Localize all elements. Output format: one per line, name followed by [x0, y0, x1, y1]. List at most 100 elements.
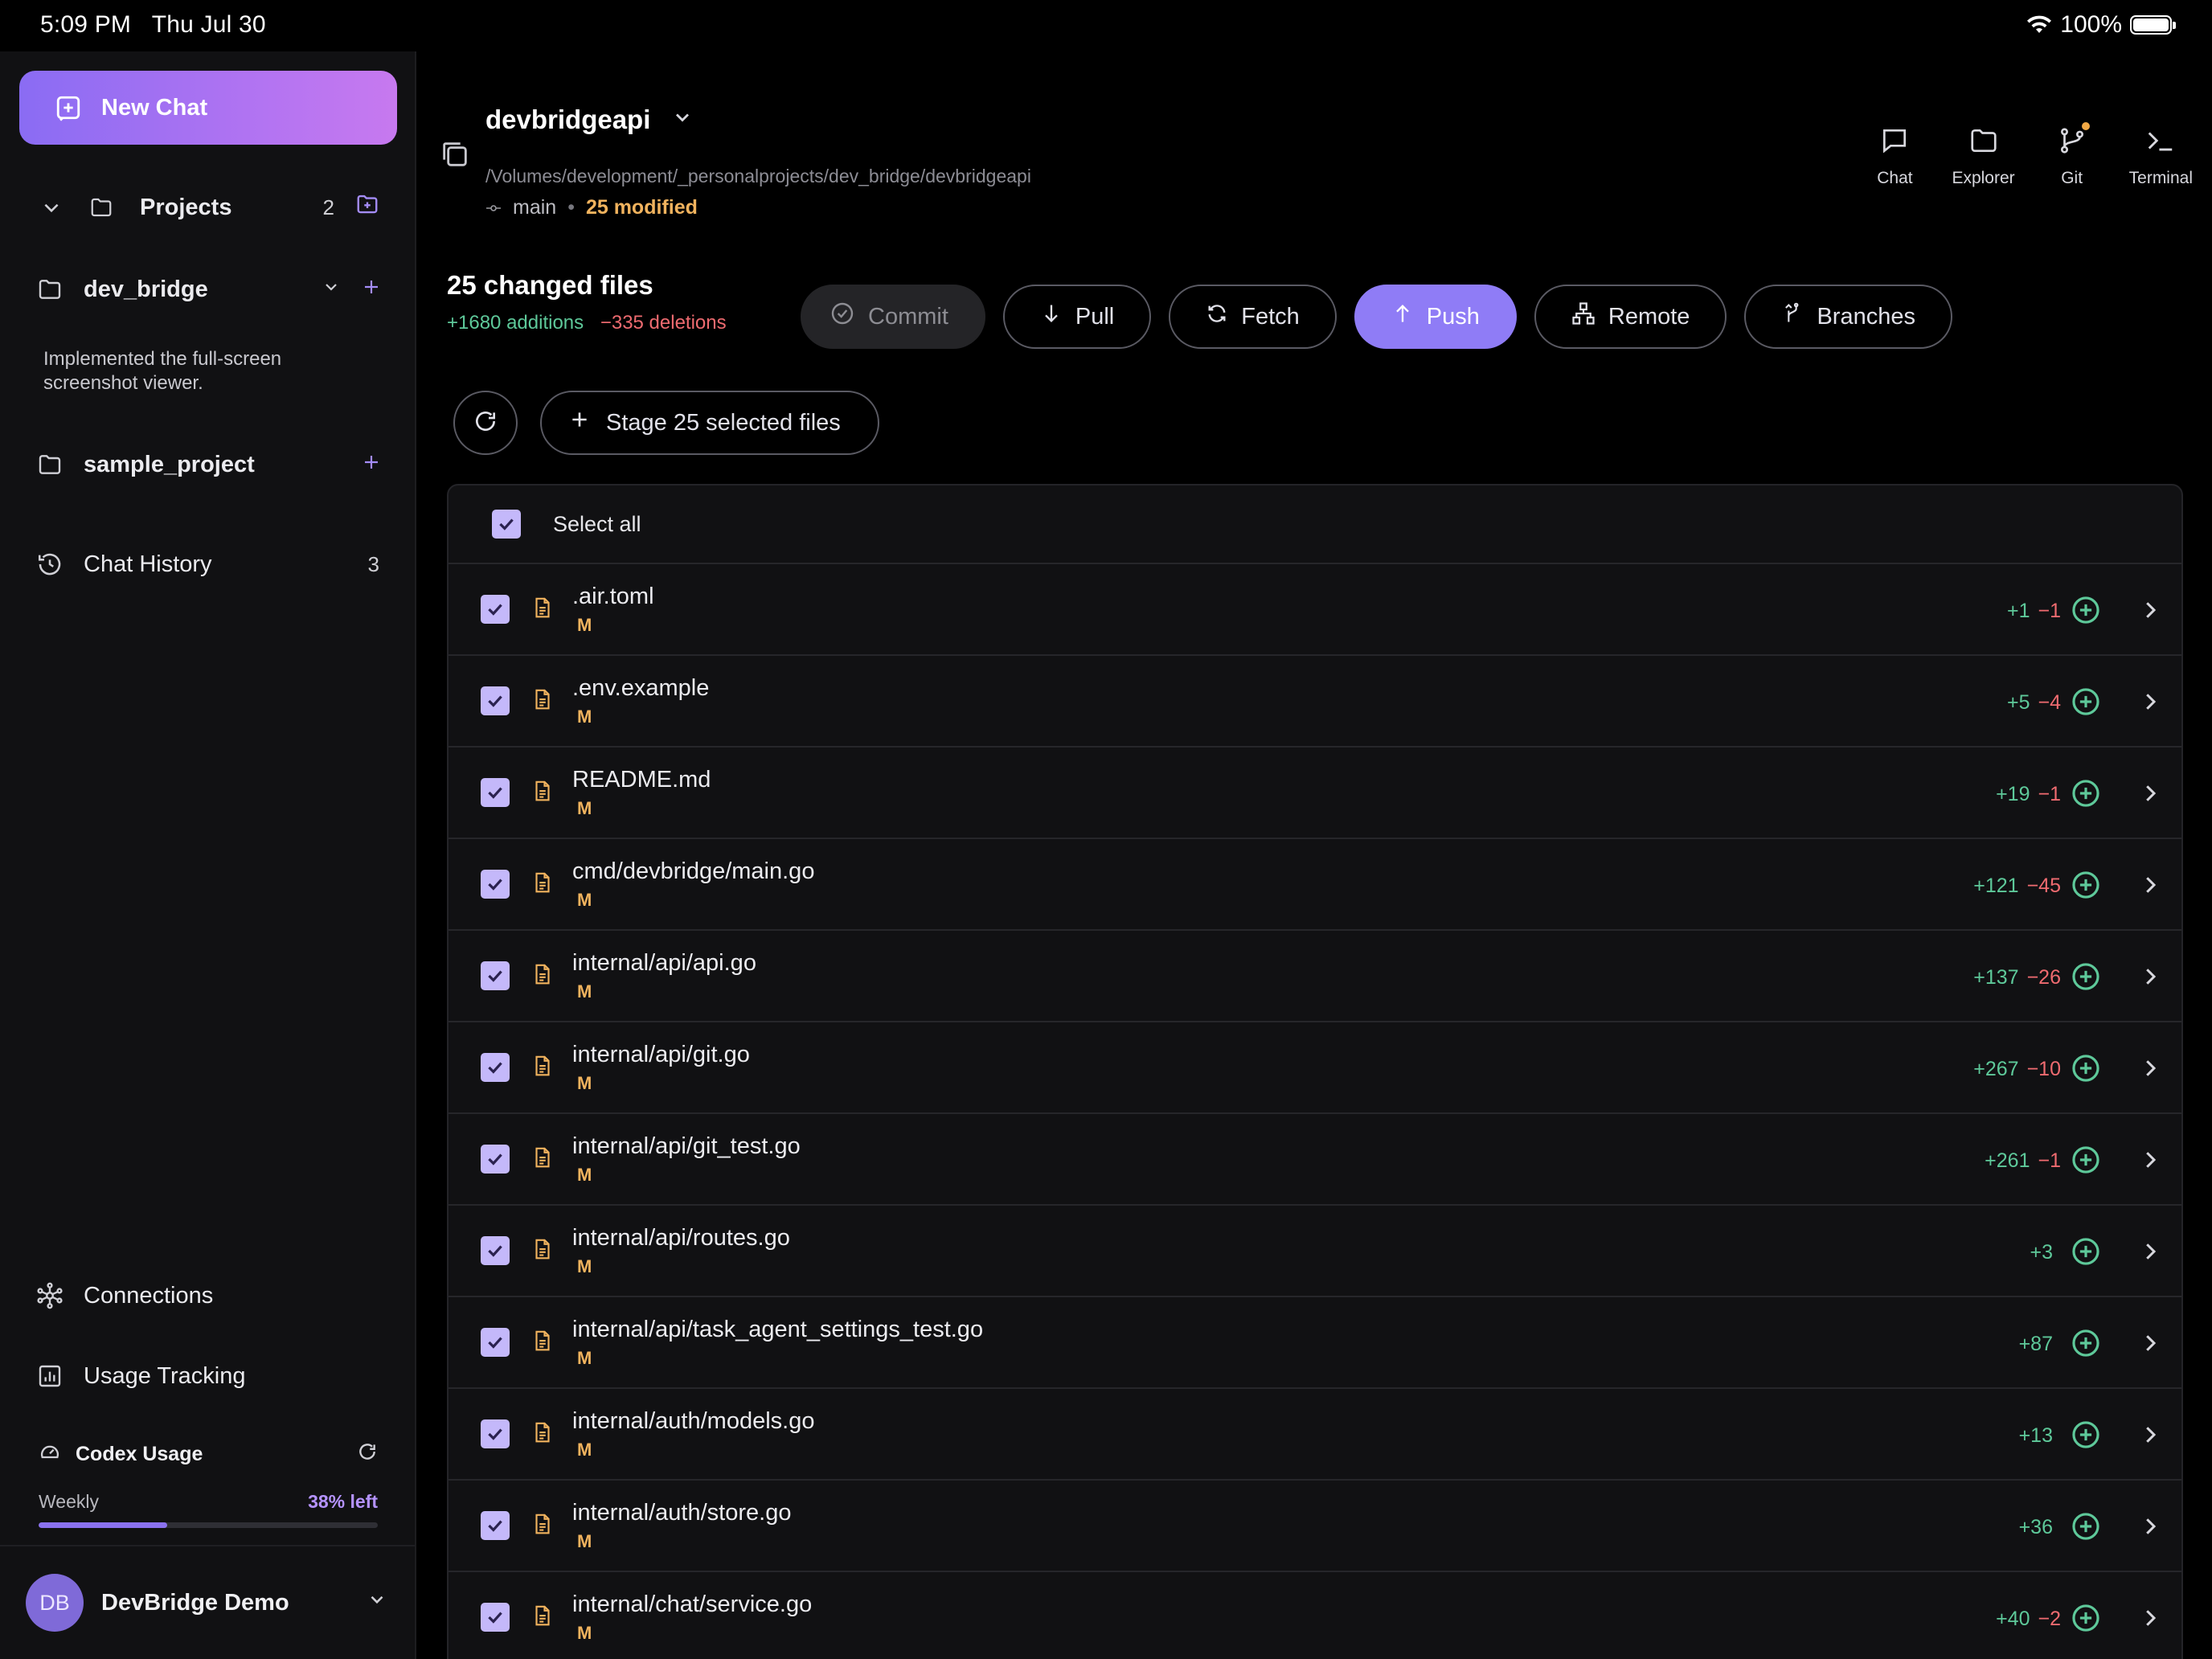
file-additions: +3: [2030, 1241, 2053, 1264]
chevron-down-icon[interactable]: [35, 191, 68, 223]
file-name: internal/api/git.go: [572, 1041, 750, 1067]
file-checkbox[interactable]: [481, 1419, 510, 1448]
arrow-down-icon: [1040, 301, 1063, 332]
file-icon: [530, 1235, 555, 1267]
file-row[interactable]: .air.toml M +1 −1: [449, 564, 2181, 656]
file-name: internal/auth/models.go: [572, 1407, 815, 1434]
chat-history[interactable]: Chat History 3: [35, 548, 381, 580]
gauge-icon: [39, 1440, 61, 1469]
stage-file-icon[interactable]: [2071, 1236, 2101, 1271]
stage-file-icon[interactable]: [2071, 1053, 2101, 1088]
file-icon: [530, 869, 555, 900]
file-row[interactable]: internal/api/git.go M +267 −10: [449, 1022, 2181, 1114]
file-rows: .air.toml M +1 −1 .env.example M +5 −4 R…: [449, 564, 2181, 1659]
tab-git[interactable]: Git: [2050, 122, 2094, 188]
file-row[interactable]: internal/auth/models.go M +13: [449, 1389, 2181, 1481]
stage-file-icon[interactable]: [2071, 686, 2101, 721]
chevron-right-icon[interactable]: [2138, 1604, 2162, 1636]
chevron-right-icon[interactable]: [2138, 1329, 2162, 1361]
file-checkbox[interactable]: [481, 686, 510, 715]
tab-explorer[interactable]: Explorer: [1952, 125, 2015, 188]
branches-button[interactable]: Branches: [1744, 285, 1952, 349]
select-all-checkbox[interactable]: [492, 510, 521, 539]
file-row[interactable]: internal/auth/store.go M +36: [449, 1481, 2181, 1572]
chevron-right-icon[interactable]: [2138, 1513, 2162, 1544]
commit-icon: [485, 196, 502, 219]
file-row[interactable]: README.md M +19 −1: [449, 748, 2181, 839]
chevron-down-icon[interactable]: [671, 104, 694, 135]
file-checkbox[interactable]: [481, 1053, 510, 1082]
projects-header[interactable]: Projects 2: [35, 191, 381, 223]
project-sample-project[interactable]: sample_project: [35, 449, 381, 481]
new-chat-icon: [56, 96, 80, 121]
add-icon[interactable]: [362, 276, 381, 303]
stage-file-icon[interactable]: [2071, 778, 2101, 813]
file-checkbox[interactable]: [481, 961, 510, 990]
refresh-button[interactable]: [453, 391, 518, 455]
stage-file-icon[interactable]: [2071, 1511, 2101, 1546]
file-checkbox[interactable]: [481, 1145, 510, 1174]
chevron-right-icon[interactable]: [2138, 871, 2162, 903]
file-checkbox[interactable]: [481, 1328, 510, 1357]
stage-file-icon[interactable]: [2071, 595, 2101, 629]
file-checkbox[interactable]: [481, 1236, 510, 1265]
stage-file-icon[interactable]: [2071, 870, 2101, 904]
add-icon[interactable]: [362, 452, 381, 478]
stage-file-icon[interactable]: [2071, 1145, 2101, 1179]
file-checkbox[interactable]: [481, 1603, 510, 1632]
file-checkbox[interactable]: [481, 1511, 510, 1540]
push-button[interactable]: Push: [1354, 285, 1517, 349]
pull-button[interactable]: Pull: [1002, 285, 1152, 349]
stage-file-icon[interactable]: [2071, 1328, 2101, 1362]
file-row[interactable]: internal/api/api.go M +137 −26: [449, 931, 2181, 1022]
file-row[interactable]: internal/api/git_test.go M +261 −1: [449, 1114, 2181, 1206]
chevron-down-icon[interactable]: [322, 276, 341, 303]
file-checkbox[interactable]: [481, 595, 510, 624]
chevron-right-icon[interactable]: [2138, 688, 2162, 719]
add-folder-icon[interactable]: [354, 192, 381, 223]
select-all-row[interactable]: Select all: [449, 485, 2181, 564]
file-row[interactable]: cmd/devbridge/main.go M +121 −45: [449, 839, 2181, 931]
chevron-right-icon[interactable]: [2138, 780, 2162, 811]
avatar: DB: [26, 1574, 84, 1632]
tab-chat[interactable]: Chat: [1873, 125, 1916, 188]
sync-icon: [1206, 302, 1228, 331]
project-selector[interactable]: devbridgeapi: [485, 104, 694, 135]
file-diff-stats: +87: [2019, 1333, 2061, 1356]
refresh-icon[interactable]: [357, 1441, 378, 1468]
chevron-right-icon[interactable]: [2138, 963, 2162, 994]
project-dev-bridge[interactable]: dev_bridge: [35, 273, 381, 305]
file-status: M: [577, 797, 592, 818]
chevron-right-icon[interactable]: [2138, 1055, 2162, 1086]
chevron-right-icon[interactable]: [2138, 1146, 2162, 1178]
chevron-down-icon[interactable]: [367, 1589, 387, 1616]
file-deletions: −1: [2038, 1149, 2061, 1172]
connections[interactable]: Connections: [35, 1280, 381, 1312]
stage-file-icon[interactable]: [2071, 961, 2101, 996]
file-checkbox[interactable]: [481, 778, 510, 807]
commit-button[interactable]: Commit: [801, 285, 985, 349]
chevron-right-icon[interactable]: [2138, 596, 2162, 628]
diff-summary: +1680 additions −335 deletions: [447, 312, 727, 334]
file-row[interactable]: internal/chat/service.go M +40 −2: [449, 1572, 2181, 1659]
new-chat-button[interactable]: New Chat: [19, 71, 397, 145]
stage-file-icon[interactable]: [2071, 1419, 2101, 1454]
file-row[interactable]: internal/api/task_agent_settings_test.go…: [449, 1297, 2181, 1389]
usage-tracking[interactable]: Usage Tracking: [35, 1360, 381, 1392]
additions-count: +1680 additions: [447, 312, 584, 334]
chevron-right-icon[interactable]: [2138, 1238, 2162, 1269]
file-checkbox[interactable]: [481, 870, 510, 899]
chevron-right-icon[interactable]: [2138, 1421, 2162, 1452]
copy-icon[interactable]: [439, 138, 471, 174]
user-menu[interactable]: DB DevBridge Demo: [26, 1574, 387, 1632]
stage-file-icon[interactable]: [2071, 1603, 2101, 1637]
file-icon: [530, 961, 555, 992]
stage-files-button[interactable]: Stage 25 selected files: [540, 391, 879, 455]
remote-button[interactable]: Remote: [1534, 285, 1727, 349]
tab-terminal[interactable]: Terminal: [2129, 125, 2193, 188]
file-row[interactable]: internal/api/routes.go M +3: [449, 1206, 2181, 1297]
fetch-button[interactable]: Fetch: [1169, 285, 1337, 349]
usage-tracking-label: Usage Tracking: [84, 1362, 246, 1389]
file-row[interactable]: .env.example M +5 −4: [449, 656, 2181, 748]
branches-label: Branches: [1817, 303, 1915, 330]
